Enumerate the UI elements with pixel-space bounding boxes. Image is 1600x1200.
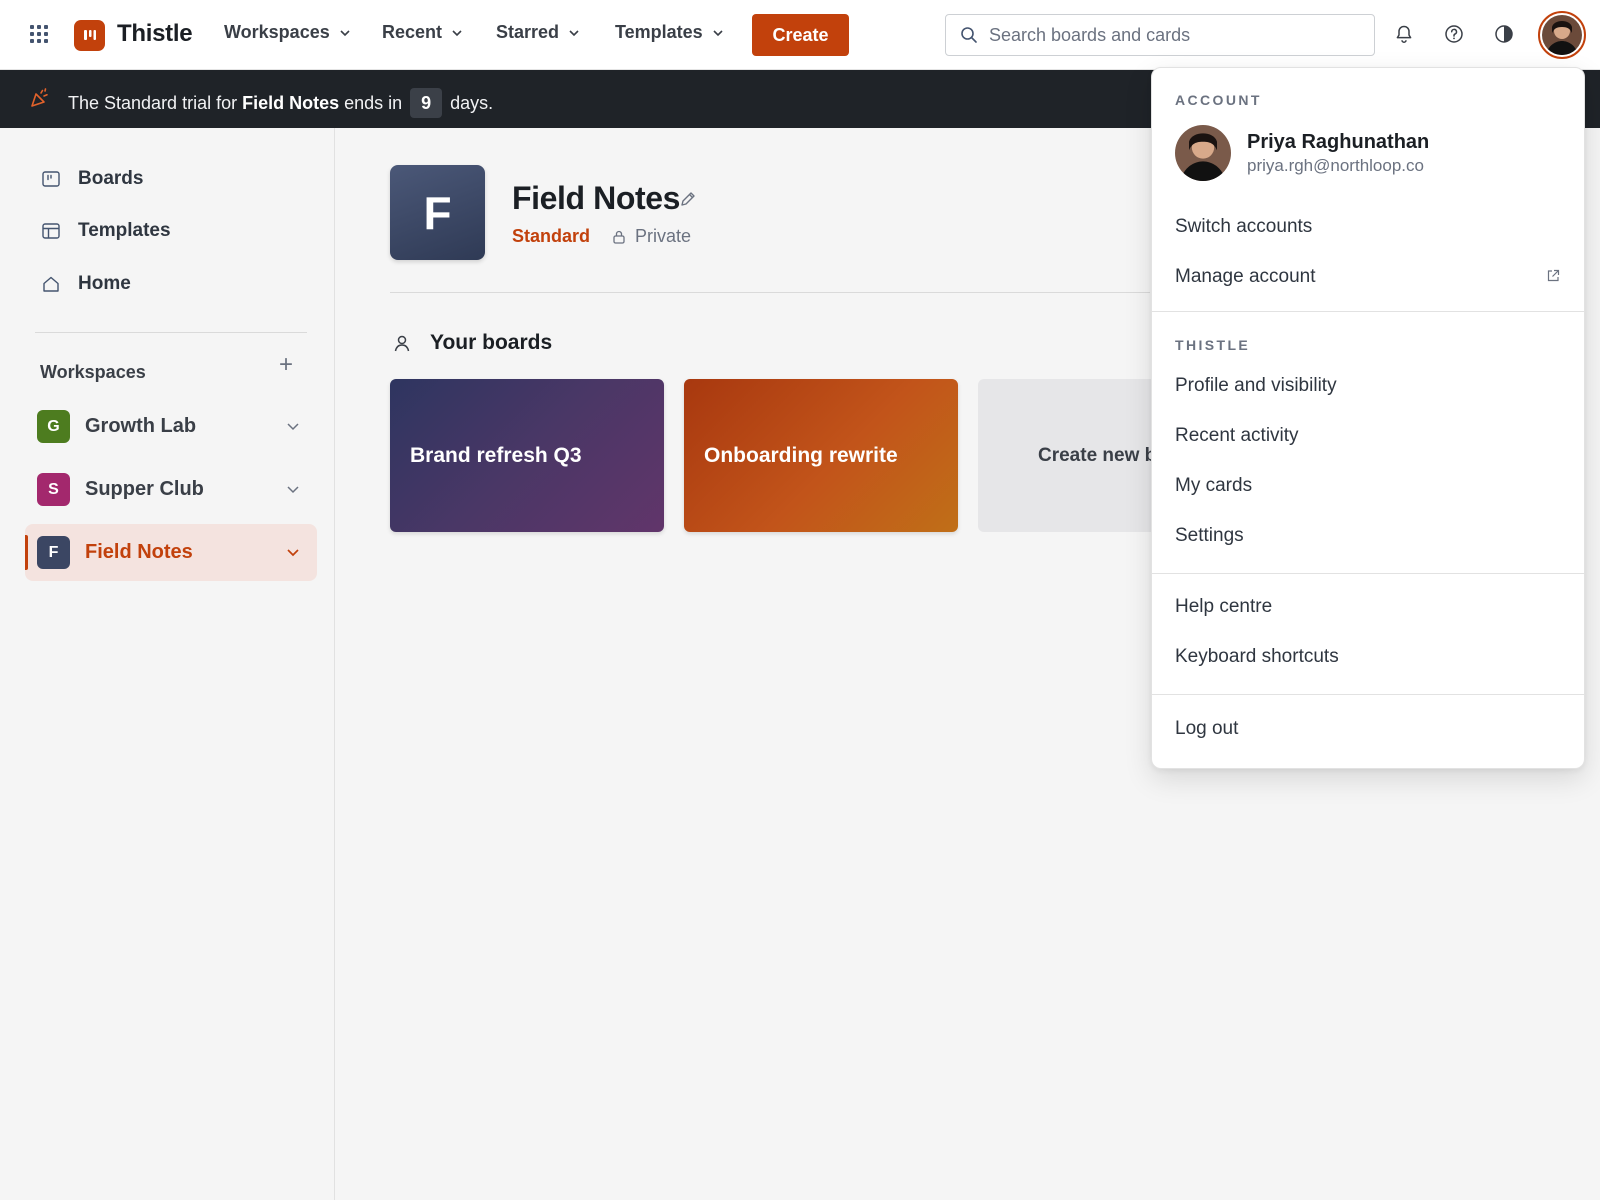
sidebar-item-home[interactable]: Home <box>40 273 131 295</box>
recent-activity-item[interactable]: Recent activity <box>1175 425 1299 447</box>
account-menu: ACCOUNT Priya Raghunathan priya.rgh@nort… <box>1151 67 1585 769</box>
top-bar: Thistle Workspaces Recent Starred Templa… <box>0 0 1600 70</box>
person-icon <box>394 335 410 352</box>
app-switcher-icon[interactable] <box>28 23 50 45</box>
user-email: priya.rgh@northloop.co <box>1247 156 1424 175</box>
app-name[interactable]: Thistle <box>117 20 193 48</box>
sidebar-divider <box>35 332 307 333</box>
chevron-down-icon <box>452 29 462 36</box>
search-box[interactable] <box>945 14 1375 56</box>
trial-banner-suffix: days. <box>450 92 494 113</box>
switch-accounts-item[interactable]: Switch accounts <box>1175 216 1312 238</box>
board-icon <box>42 171 60 187</box>
workspaces-heading: Workspaces <box>40 362 146 382</box>
trial-banner-prefix: The Standard trial for <box>68 92 238 113</box>
workspace-tile: G <box>37 410 70 443</box>
sidebar-item-label: Home <box>78 273 131 294</box>
settings-item[interactable]: Settings <box>1175 525 1244 547</box>
thistle-logo-icon[interactable] <box>74 20 105 51</box>
board-card-brand-refresh[interactable]: Brand refresh Q3 <box>390 379 664 532</box>
sidebar-item-label: Templates <box>78 220 171 241</box>
search-input[interactable] <box>989 24 1349 46</box>
trial-banner-workspace: Field Notes <box>242 92 340 113</box>
workspace-name: Field Notes <box>85 541 193 563</box>
sidebar-item-templates[interactable]: Templates <box>40 220 171 242</box>
your-boards-label: Your boards <box>430 331 553 354</box>
chevron-down-icon[interactable] <box>285 418 301 434</box>
chevron-down-icon[interactable] <box>285 481 301 497</box>
log-out-item[interactable]: Log out <box>1175 718 1238 740</box>
trial-banner-text: The Standard trial for Field Notes ends … <box>68 88 493 118</box>
manage-account-item[interactable]: Manage account <box>1175 266 1316 288</box>
plan-label[interactable]: Standard <box>512 226 590 247</box>
nav-templates[interactable]: Templates <box>615 22 725 43</box>
keyboard-shortcuts-item[interactable]: Keyboard shortcuts <box>1175 646 1339 668</box>
create-new-board-label: Create new b <box>1038 444 1157 466</box>
chevron-down-icon <box>340 29 350 36</box>
account-section-heading: ACCOUNT <box>1175 92 1262 108</box>
nav-templates-label: Templates <box>615 22 703 42</box>
workspace-tile: S <box>37 473 70 506</box>
nav-recent-label: Recent <box>382 22 443 42</box>
app-section-heading: THISTLE <box>1175 337 1251 353</box>
workspace-logo: F <box>390 165 485 260</box>
nav-workspaces-label: Workspaces <box>224 22 330 42</box>
user-name: Priya Raghunathan <box>1247 131 1430 153</box>
bell-icon[interactable] <box>1392 22 1416 46</box>
page-title: Field Notes <box>512 180 681 216</box>
menu-divider <box>1152 573 1584 574</box>
nav-starred[interactable]: Starred <box>496 22 581 43</box>
board-title: Brand refresh Q3 <box>410 443 582 467</box>
create-button[interactable]: Create <box>752 14 849 56</box>
avatar <box>1175 125 1231 181</box>
nav-starred-label: Starred <box>496 22 560 42</box>
help-centre-item[interactable]: Help centre <box>1175 596 1272 618</box>
menu-divider <box>1152 694 1584 695</box>
workspace-tile: F <box>37 536 70 569</box>
pencil-icon[interactable] <box>678 189 698 209</box>
home-icon <box>43 276 59 292</box>
trial-days-badge: 9 <box>410 88 443 118</box>
your-boards-heading: Your boards <box>392 331 552 355</box>
nav-workspaces[interactable]: Workspaces <box>224 22 352 43</box>
sidebar-workspace-supper-club[interactable]: S Supper Club <box>25 461 317 518</box>
party-popper-icon <box>31 88 48 107</box>
sidebar-item-boards[interactable]: Boards <box>40 168 143 190</box>
sidebar-workspace-field-notes[interactable]: F Field Notes <box>25 524 317 581</box>
sidebar-workspace-growth-lab[interactable]: G Growth Lab <box>25 398 317 455</box>
my-cards-item[interactable]: My cards <box>1175 475 1252 497</box>
sidebar: Boards Templates Home Workspaces + G Gro… <box>0 128 335 1200</box>
workspace-name: Supper Club <box>85 478 204 500</box>
main-divider <box>390 292 1150 293</box>
chevron-down-icon[interactable] <box>285 544 301 560</box>
chevron-down-icon <box>569 29 579 36</box>
help-icon[interactable] <box>1442 22 1466 46</box>
lock-icon <box>613 230 625 244</box>
privacy-text: Private <box>635 226 692 246</box>
trial-banner-middle: ends in <box>344 92 403 113</box>
sidebar-item-label: Boards <box>78 168 144 189</box>
board-card-onboarding-rewrite[interactable]: Onboarding rewrite <box>684 379 958 532</box>
chevron-down-icon <box>713 29 723 36</box>
menu-divider <box>1152 311 1584 312</box>
add-workspace-button[interactable]: + <box>277 353 295 377</box>
search-icon <box>961 27 977 43</box>
privacy-label: Private <box>611 226 691 247</box>
workspace-name: Growth Lab <box>85 415 197 437</box>
template-icon <box>42 223 60 239</box>
external-link-icon <box>1547 269 1560 282</box>
board-title: Onboarding rewrite <box>704 443 898 467</box>
nav-recent[interactable]: Recent <box>382 22 464 43</box>
avatar <box>1542 15 1582 55</box>
profile-visibility-item[interactable]: Profile and visibility <box>1175 375 1337 397</box>
contrast-icon[interactable] <box>1492 22 1516 46</box>
user-avatar-button[interactable] <box>1538 11 1586 59</box>
